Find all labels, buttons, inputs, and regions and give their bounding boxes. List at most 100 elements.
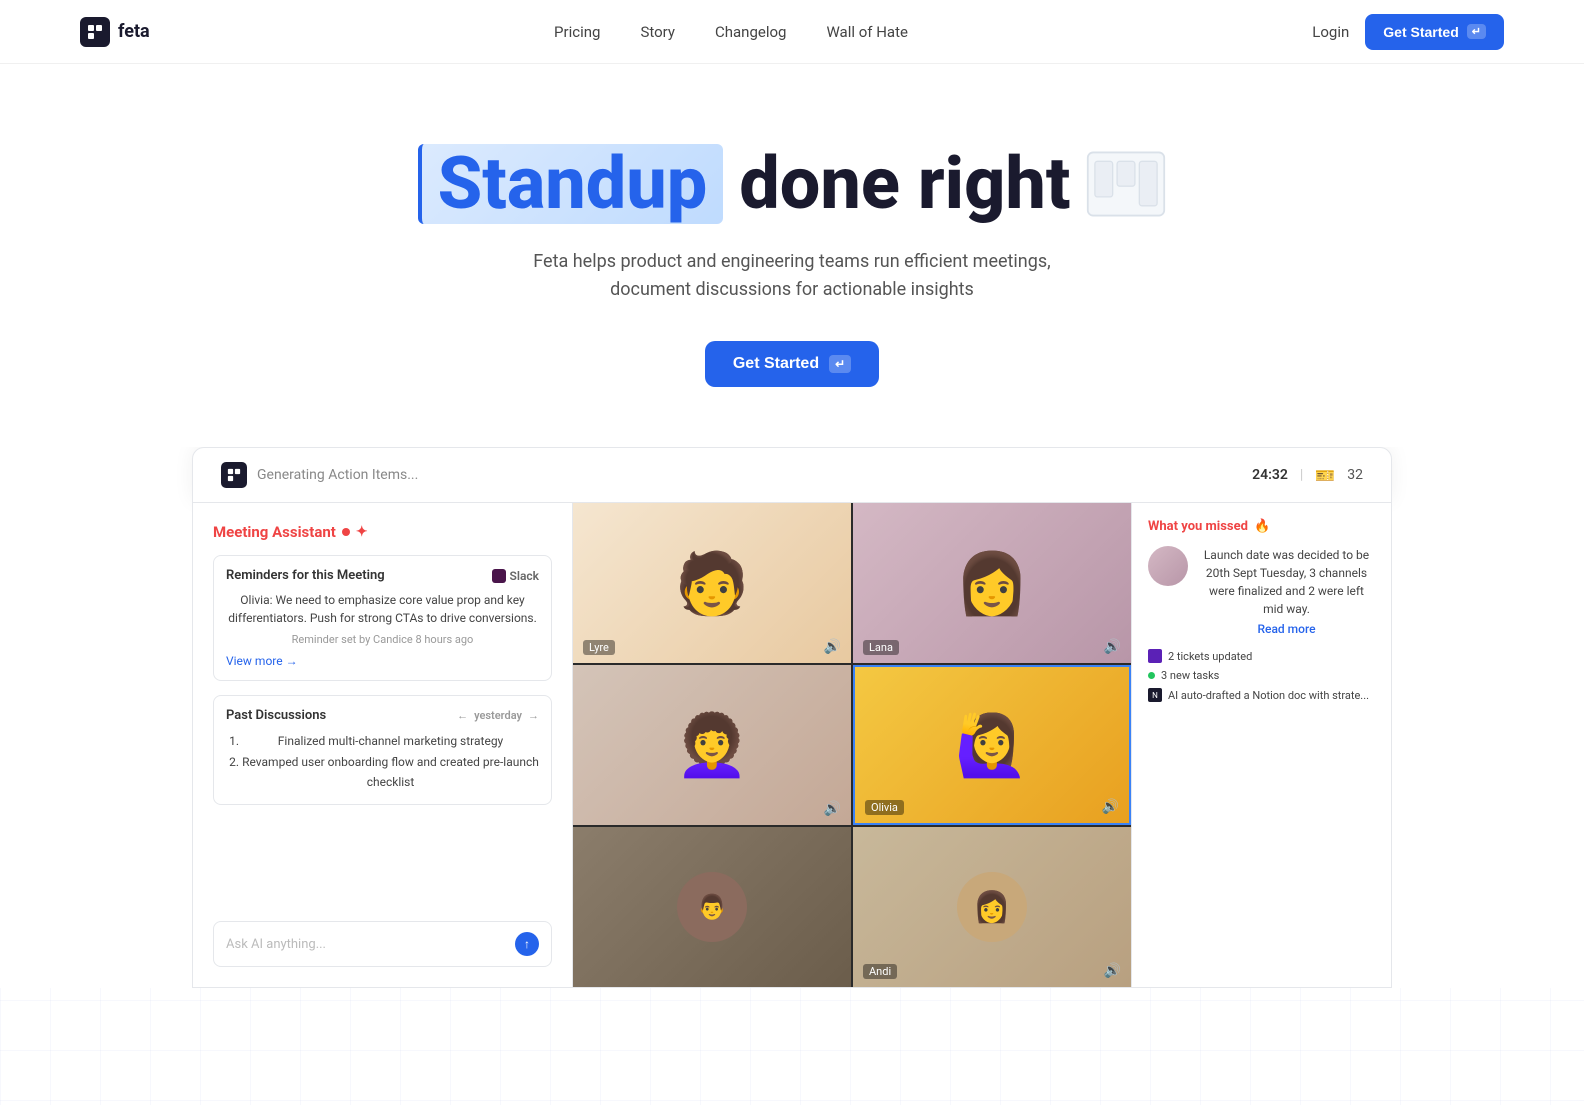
past-disc-header: Past Discussions ← yesterday →: [226, 708, 539, 723]
dot-green-icon: [1148, 672, 1155, 679]
video-label-lyre: Lyre: [583, 640, 615, 655]
slack-label: Slack: [510, 569, 539, 583]
logo-text: feta: [118, 21, 150, 42]
hero-title-rest: done right: [739, 146, 1070, 222]
app-preview-wrapper: Generating Action Items... 24:32 | 🎫 32 …: [40, 447, 1544, 988]
missed-label: What you missed: [1148, 519, 1248, 534]
video-cell-bottom-left: 👨: [573, 827, 851, 987]
slack-icon: [492, 569, 506, 583]
app-logo-small: [221, 462, 247, 488]
hero-title-highlight: Standup: [418, 144, 724, 224]
reminder-content: Olivia: We need to emphasize core value …: [226, 591, 539, 627]
video-cell-lana: 👩 Lana 🔊: [853, 503, 1131, 663]
missed-item-tickets-text: 2 tickets updated: [1168, 650, 1252, 663]
video-cell-andi: 👩 Andi 🔊: [853, 827, 1131, 987]
nav-link-changelog[interactable]: Changelog: [715, 23, 786, 41]
avatar-bottom-left: 👨: [677, 872, 747, 942]
sparkle-icon: ✦: [356, 524, 368, 540]
hero-section: Standup done right Feta helps product an…: [0, 64, 1584, 988]
divider: |: [1300, 467, 1303, 483]
reminders-label: Reminders for this Meeting: [226, 568, 385, 583]
mic-icon-andi: 🔊: [1104, 963, 1121, 979]
past-disc-item-1: Finalized multi-channel marketing strate…: [242, 731, 539, 751]
missed-item-notion-text: AI auto-drafted a Notion doc with strate…: [1168, 689, 1369, 702]
nav-logo[interactable]: feta: [80, 17, 150, 47]
past-disc-nav: ← yesterday →: [457, 709, 539, 722]
video-label-olivia: Olivia: [865, 800, 904, 815]
past-disc-list: Finalized multi-channel marketing strate…: [226, 731, 539, 792]
navbar: feta Pricing Story Changelog Wall of Hat…: [0, 0, 1584, 64]
app-topbar: Generating Action Items... 24:32 | 🎫 32: [192, 447, 1392, 503]
missed-item-tickets: 2 tickets updated: [1148, 649, 1375, 663]
video-label-andi: Andi: [863, 964, 897, 979]
nav-right: Login Get Started ↵: [1312, 14, 1504, 50]
prev-icon[interactable]: ←: [457, 709, 468, 722]
app-preview-container: Generating Action Items... 24:32 | 🎫 32 …: [192, 447, 1392, 988]
missed-item-tasks: 3 new tasks: [1148, 669, 1375, 682]
ticket-icon: 🎫: [1315, 466, 1335, 485]
video-cell-lyre: 🧑 Lyre 🔊: [573, 503, 851, 663]
app-body: Meeting Assistant ✦ Reminders for this M…: [192, 503, 1392, 988]
mic-icon-olivia-left: 🔊: [824, 801, 841, 817]
nav-link-story[interactable]: Story: [640, 23, 675, 41]
nav-get-started-button[interactable]: Get Started ↵: [1365, 14, 1504, 50]
nav-cta-label: Get Started: [1383, 24, 1458, 40]
nav-link-pricing[interactable]: Pricing: [554, 23, 600, 41]
ticket-count: 32: [1347, 467, 1363, 483]
past-disc-label: Past Discussions: [226, 708, 326, 723]
missed-avatar: [1148, 546, 1188, 586]
video-cell-olivia-left: 👩‍🦱 🔊: [573, 665, 851, 825]
meeting-timer: 24:32: [1252, 467, 1288, 483]
view-more-link[interactable]: View more →: [226, 654, 539, 668]
reminders-section: Reminders for this Meeting Slack Olivia:…: [213, 555, 552, 681]
missed-text: Launch date was decided to be 20th Sept …: [1198, 546, 1375, 618]
missed-header: What you missed 🔥: [1148, 519, 1375, 534]
missed-item-tasks-text: 3 new tasks: [1161, 669, 1219, 682]
app-topbar-left: Generating Action Items...: [221, 462, 418, 488]
video-label-lana: Lana: [863, 640, 899, 655]
nav-link-wall-of-hate[interactable]: Wall of Hate: [826, 23, 907, 41]
missed-text-block: Launch date was decided to be 20th Sept …: [1198, 546, 1375, 637]
ask-ai-bar[interactable]: Ask AI anything... ↑: [213, 921, 552, 967]
past-discussions: Past Discussions ← yesterday → Finalized…: [213, 695, 552, 805]
hero-title: Standup done right: [418, 144, 1167, 224]
hero-get-started-button[interactable]: Get Started ↵: [705, 341, 879, 387]
avatar-andi: 👩: [957, 872, 1027, 942]
generating-text: Generating Action Items...: [257, 467, 418, 483]
video-grid: 🧑 Lyre 🔊 👩 Lana 🔊 👩‍🦱 🔊: [573, 503, 1131, 987]
read-more-link[interactable]: Read more: [1257, 622, 1315, 636]
hero-cta-kbd: ↵: [829, 355, 851, 373]
next-icon[interactable]: →: [528, 709, 539, 722]
mic-icon-lyre: 🔊: [824, 639, 841, 655]
linear-icon: [1148, 649, 1162, 663]
meeting-assistant-label: Meeting Assistant: [213, 523, 336, 541]
missed-item-notion: N AI auto-drafted a Notion doc with stra…: [1148, 688, 1375, 702]
video-cell-olivia-center: 🙋‍♀️ Olivia 🔊: [853, 665, 1131, 825]
kanban-icon: [1086, 149, 1166, 219]
notion-icon: N: [1148, 688, 1162, 702]
left-panel: Meeting Assistant ✦ Reminders for this M…: [193, 503, 573, 987]
ask-ai-placeholder: Ask AI anything...: [226, 937, 326, 952]
slack-badge: Slack: [492, 569, 539, 583]
missed-items: 2 tickets updated 3 new tasks N AI auto-…: [1148, 649, 1375, 702]
past-disc-item-2: Revamped user onboarding flow and create…: [242, 752, 539, 793]
mic-icon-lana: 🔊: [1104, 639, 1121, 655]
reminder-meta: Reminder set by Candice 8 hours ago: [226, 633, 539, 646]
reminders-title: Reminders for this Meeting Slack: [226, 568, 539, 583]
nav-cta-kbd: ↵: [1467, 24, 1486, 39]
fire-icon: 🔥: [1254, 519, 1270, 534]
missed-content: Launch date was decided to be 20th Sept …: [1148, 546, 1375, 637]
meeting-assistant-dot: [342, 528, 350, 536]
hero-cta-label: Get Started: [733, 355, 819, 373]
hero-subtitle: Feta helps product and engineering teams…: [532, 248, 1052, 306]
app-topbar-right: 24:32 | 🎫 32: [1252, 466, 1363, 485]
meeting-assistant-header: Meeting Assistant ✦: [213, 523, 552, 541]
right-panel: What you missed 🔥 Launch date was decide…: [1131, 503, 1391, 987]
nav-links: Pricing Story Changelog Wall of Hate: [554, 22, 908, 41]
past-disc-date: yesterday: [474, 709, 522, 722]
ask-ai-send-button[interactable]: ↑: [515, 932, 539, 956]
logo-icon: [80, 17, 110, 47]
reminder-text: Olivia: We need to emphasize core value …: [228, 593, 537, 625]
mic-icon-olivia: 🔊: [1102, 799, 1119, 815]
nav-login-link[interactable]: Login: [1312, 23, 1349, 41]
